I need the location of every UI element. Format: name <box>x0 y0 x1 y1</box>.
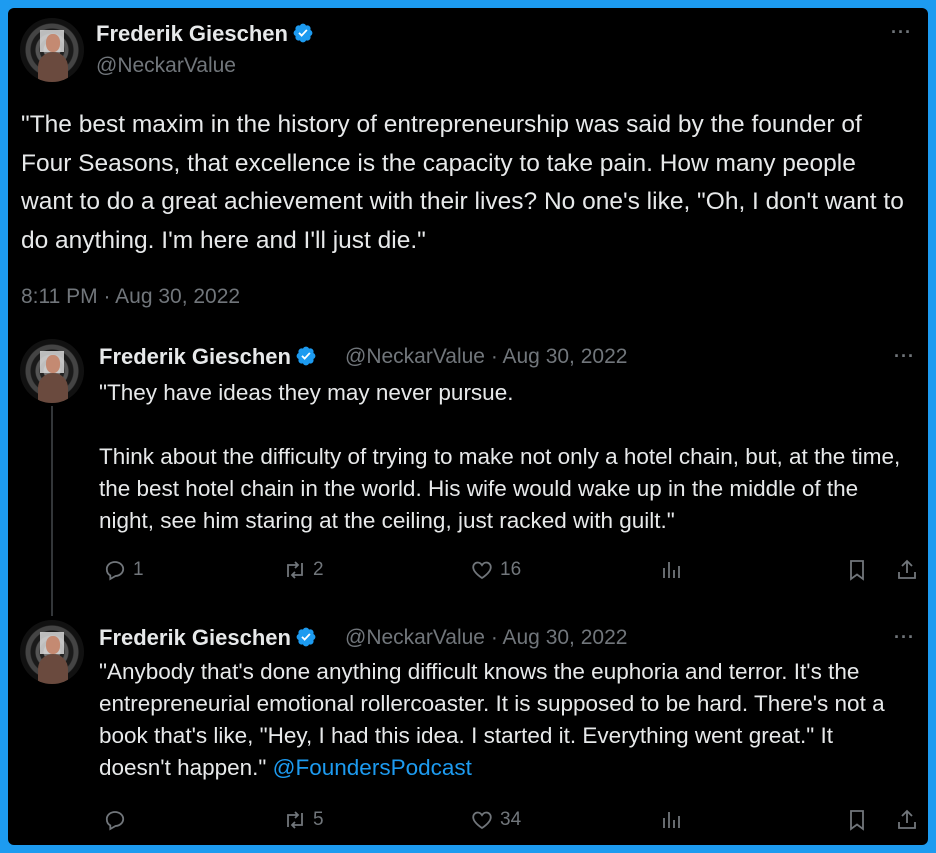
retweet-button[interactable]: 2 <box>283 555 324 585</box>
bookmark-button[interactable] <box>845 555 869 585</box>
reply-actions: 1 2 16 <box>99 555 928 585</box>
reply-actions: 5 34 <box>99 805 928 835</box>
mention-link[interactable]: @FoundersPodcast <box>273 755 472 780</box>
share-button[interactable] <box>895 555 919 585</box>
reply-author-name[interactable]: Frederik Gieschen <box>99 344 317 370</box>
bookmark-icon <box>850 560 864 581</box>
retweet-count: 2 <box>313 559 324 580</box>
share-button[interactable] <box>895 805 919 835</box>
verified-badge-icon <box>296 346 316 366</box>
reply-author-name[interactable]: Frederik Gieschen <box>99 625 317 651</box>
like-count: 16 <box>500 559 522 580</box>
reply-icon <box>105 561 125 581</box>
reply-count: 1 <box>133 559 144 580</box>
analytics-button[interactable] <box>659 805 683 835</box>
reply-button[interactable] <box>103 805 133 835</box>
avatar[interactable] <box>20 620 84 684</box>
tweet-text: "The best maxim in the history of entrep… <box>21 111 904 254</box>
author-handle[interactable]: @NeckarValue <box>96 54 236 78</box>
like-button[interactable]: 34 <box>470 805 521 835</box>
bookmark-button[interactable] <box>845 805 869 835</box>
like-icon <box>472 561 492 580</box>
like-button[interactable]: 16 <box>470 555 521 585</box>
thread-connector <box>51 406 53 616</box>
reply-button[interactable]: 1 <box>103 555 144 585</box>
verified-badge-icon <box>296 627 316 647</box>
reply-text: "Anybody that's done anything difficult … <box>99 659 891 780</box>
reply-meta[interactable]: @NeckarValue · Aug 30, 2022 <box>345 626 627 650</box>
retweet-button[interactable]: 5 <box>283 805 324 835</box>
retweet-count: 5 <box>313 809 324 830</box>
author-name[interactable]: Frederik Gieschen <box>96 21 314 47</box>
more-icon[interactable]: ··· <box>891 22 912 43</box>
analytics-icon <box>663 812 680 828</box>
like-count: 34 <box>500 809 522 830</box>
avatar[interactable] <box>20 339 84 403</box>
retweet-icon <box>287 561 303 579</box>
share-icon <box>898 809 916 829</box>
reply-text: "They have ideas they may never pursue. … <box>99 380 901 533</box>
tweet-card: Frederik Gieschen @NeckarValue ··· "The … <box>8 8 928 845</box>
analytics-icon <box>663 562 680 578</box>
share-icon <box>898 559 916 579</box>
verified-badge-icon <box>293 23 313 43</box>
bookmark-icon <box>850 810 864 831</box>
like-icon <box>472 811 492 830</box>
reply-icon <box>105 811 125 831</box>
analytics-button[interactable] <box>659 555 683 585</box>
more-icon[interactable]: ··· <box>894 346 915 367</box>
tweet-timestamp[interactable]: 8:11 PM · Aug 30, 2022 <box>21 285 240 309</box>
retweet-icon <box>287 811 303 829</box>
more-icon[interactable]: ··· <box>894 627 915 648</box>
avatar[interactable] <box>20 18 84 82</box>
reply-meta[interactable]: @NeckarValue · Aug 30, 2022 <box>345 345 627 369</box>
